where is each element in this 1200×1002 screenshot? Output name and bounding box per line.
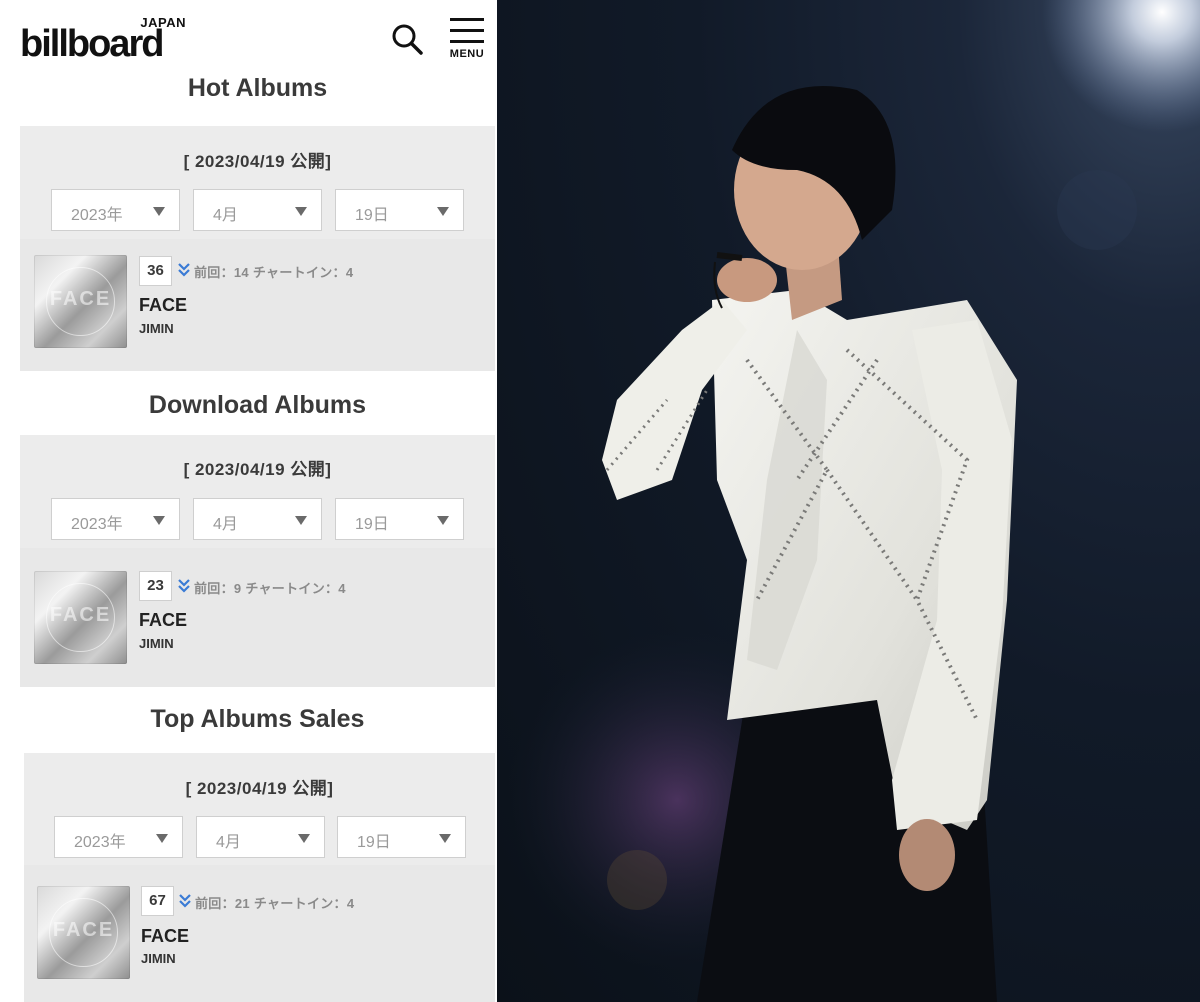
album-cover-text: FACE — [49, 288, 112, 310]
dropdown-arrow-icon — [298, 834, 310, 843]
chart-meta: 前回：9 チャートイン：4 — [194, 581, 346, 596]
section-title-download-albums: Download Albums — [148, 391, 367, 419]
year-select[interactable]: 2023年 — [51, 189, 180, 231]
month-select[interactable]: 4月 — [193, 498, 322, 540]
search-icon[interactable] — [390, 22, 424, 56]
logo-billboard-text: billboard — [20, 23, 164, 65]
day-select[interactable]: 19日 — [337, 816, 466, 858]
chart-meta: 前回：21 チャートイン：4 — [195, 896, 355, 911]
download-albums-panel: [ 2023/04/19 公開] 2023年 4月 19日 FACE 23 前回… — [20, 435, 495, 687]
dropdown-arrow-icon — [437, 207, 449, 216]
year-select[interactable]: 2023年 — [54, 816, 183, 858]
billboard-chart-panel: JAPAN billboard MENU Hot Albums [ 2023/0… — [0, 0, 497, 1002]
chart-entry[interactable]: FACE 36 前回：14 チャートイン：4 FACE JIMIN — [20, 239, 495, 371]
artist-name[interactable]: JIMIN — [141, 951, 176, 966]
menu-label: MENU — [449, 48, 485, 60]
month-select[interactable]: 4月 — [193, 189, 322, 231]
release-date-label: [ 2023/04/19 公開] — [183, 460, 332, 479]
release-date-label: [ 2023/04/19 公開] — [183, 152, 332, 171]
chart-entry[interactable]: FACE 23 前回：9 チャートイン：4 FACE JIMIN — [20, 548, 495, 687]
down-arrow-icon — [179, 894, 191, 908]
day-select[interactable]: 19日 — [335, 498, 464, 540]
album-title[interactable]: FACE — [139, 610, 187, 631]
dropdown-arrow-icon — [439, 834, 451, 843]
rank-badge: 23 — [139, 571, 172, 601]
chart-entry[interactable]: FACE 67 前回：21 チャートイン：4 FACE JIMIN — [24, 865, 495, 1002]
year-select[interactable]: 2023年 — [51, 498, 180, 540]
rank-badge: 36 — [139, 256, 172, 286]
menu-icon — [450, 18, 484, 21]
month-select[interactable]: 4月 — [196, 816, 325, 858]
dropdown-arrow-icon — [437, 516, 449, 525]
day-select[interactable]: 19日 — [335, 189, 464, 231]
artist-name[interactable]: JIMIN — [139, 636, 174, 651]
dropdown-arrow-icon — [153, 516, 165, 525]
dropdown-arrow-icon — [153, 207, 165, 216]
album-title[interactable]: FACE — [139, 295, 187, 316]
billboard-japan-logo[interactable]: JAPAN billboard — [20, 12, 200, 65]
rank-badge: 67 — [141, 886, 174, 916]
album-cover[interactable]: FACE — [34, 255, 127, 348]
dropdown-arrow-icon — [295, 207, 307, 216]
hot-albums-panel: [ 2023/04/19 公開] 2023年 4月 19日 FACE 36 前回… — [20, 126, 495, 371]
album-cover-text: FACE — [52, 919, 115, 941]
dropdown-arrow-icon — [295, 516, 307, 525]
album-title[interactable]: FACE — [141, 926, 189, 947]
down-arrow-icon — [178, 579, 190, 593]
album-cover-text: FACE — [49, 604, 112, 626]
album-cover[interactable]: FACE — [34, 571, 127, 664]
down-arrow-icon — [178, 263, 190, 277]
section-title-hot-albums: Hot Albums — [187, 74, 328, 102]
artist-name[interactable]: JIMIN — [139, 321, 174, 336]
section-title-top-albums-sales: Top Albums Sales — [150, 705, 365, 733]
dropdown-arrow-icon — [156, 834, 168, 843]
chart-meta: 前回：14 チャートイン：4 — [194, 265, 354, 280]
concert-photo — [497, 0, 1200, 1002]
performer-image — [507, 0, 1200, 1002]
album-cover[interactable]: FACE — [37, 886, 130, 979]
top-albums-sales-panel: [ 2023/04/19 公開] 2023年 4月 19日 FACE 67 前回… — [24, 753, 495, 1002]
release-date-label: [ 2023/04/19 公開] — [185, 779, 334, 798]
menu-button[interactable]: MENU — [446, 17, 488, 61]
